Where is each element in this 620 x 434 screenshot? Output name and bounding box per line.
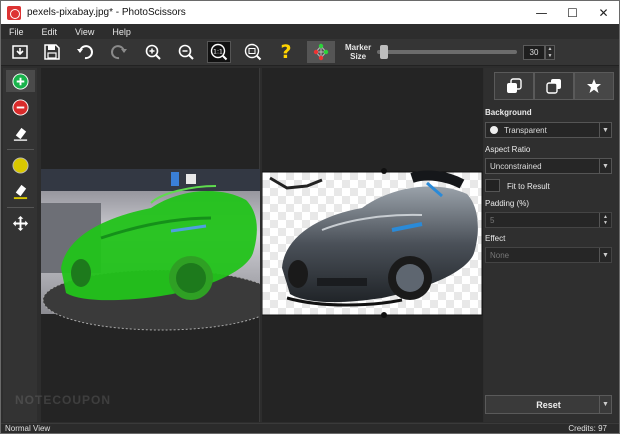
status-bar: Normal View Credits: 97 (1, 423, 619, 433)
watermark: NOTECOUPON (15, 393, 112, 407)
svg-text:1:1: 1:1 (213, 49, 223, 56)
add-marker-icon (12, 72, 29, 90)
tool-palette (3, 68, 37, 422)
padding-label: Padding (%) (485, 199, 530, 208)
effect-select[interactable]: None ▼ (485, 247, 612, 263)
close-button[interactable]: ✕ (588, 1, 619, 24)
aspect-ratio-select[interactable]: Unconstrained ▼ (485, 158, 612, 174)
yellow-eraser-icon (13, 184, 28, 199)
view-mode-status: Normal View (5, 424, 51, 433)
palette-divider (7, 149, 34, 150)
dropdown-arrow-icon: ▼ (599, 123, 611, 137)
background-value: Transparent (504, 125, 547, 135)
actual-size-button[interactable]: 1:1 (207, 41, 231, 63)
foreground-icon (507, 78, 522, 93)
zoom-out-icon (178, 44, 194, 60)
padding-value: 5 (490, 215, 495, 225)
tab-foreground[interactable] (494, 72, 534, 100)
window-title: pexels-pixabay.jpg* - PhotoScissors (27, 7, 186, 18)
aspect-ratio-label: Aspect Ratio (485, 145, 531, 154)
effect-value: None (490, 250, 510, 260)
marker-size-stepper[interactable]: ▲ ▼ (545, 45, 555, 60)
maximize-button[interactable]: ☐ (557, 1, 588, 24)
open-icon (12, 45, 28, 59)
actual-size-icon: 1:1 (210, 43, 228, 61)
tab-background[interactable] (534, 72, 574, 100)
source-canvas[interactable] (41, 68, 260, 422)
open-button[interactable] (8, 41, 32, 63)
credits-status: Credits: 97 (568, 424, 607, 433)
fit-window-icon (244, 43, 262, 61)
settings-panel: Background Transparent ▼ Aspect Ratio Un… (484, 68, 619, 422)
dropdown-arrow-icon: ▼ (599, 159, 611, 173)
highlight-eraser-tool[interactable] (6, 180, 35, 202)
zoom-out-button[interactable] (174, 41, 198, 63)
save-button[interactable] (40, 41, 64, 63)
background-icon (546, 79, 561, 94)
marker-size-label: Marker Size (345, 43, 372, 61)
app-window: pexels-pixabay.jpg* - PhotoScissors — ☐ … (0, 0, 620, 434)
zoom-in-icon (145, 44, 161, 60)
add-marker-tool[interactable] (6, 70, 35, 92)
reset-button[interactable]: Reset ▼ (485, 395, 612, 414)
title-bar: pexels-pixabay.jpg* - PhotoScissors — ☐ … (1, 1, 619, 24)
save-icon (44, 44, 60, 60)
move-icon (12, 215, 29, 231)
eraser-tool[interactable] (6, 122, 35, 144)
effect-label: Effect (485, 234, 506, 243)
palette-divider (7, 207, 34, 208)
background-radio-icon (490, 126, 498, 134)
fit-to-result-checkbox[interactable] (485, 179, 500, 192)
menu-view[interactable]: View (75, 27, 94, 37)
marker-size-slider-thumb[interactable] (380, 45, 388, 59)
source-image (41, 169, 260, 331)
highlight-marker-tool[interactable] (6, 154, 35, 176)
menu-file[interactable]: File (9, 27, 24, 37)
padding-input[interactable]: 5 ▲ ▼ (485, 212, 612, 228)
toolbar: 1:1 ? Marker Size 30 ▲ ▼ (1, 39, 619, 66)
reset-label: Reset (536, 399, 561, 410)
share-icon (313, 43, 329, 61)
padding-stepper-icon: ▲ ▼ (599, 213, 611, 227)
aspect-ratio-value: Unconstrained (490, 161, 542, 171)
marker-size-input[interactable]: 30 (523, 45, 545, 60)
help-button[interactable]: ? (274, 41, 298, 63)
result-canvas[interactable] (262, 68, 483, 422)
background-select[interactable]: Transparent ▼ (485, 122, 612, 138)
tab-effects[interactable] (574, 72, 614, 100)
share-button[interactable] (307, 41, 335, 63)
redo-icon (111, 45, 127, 60)
result-image (262, 168, 483, 318)
dropdown-arrow-icon: ▼ (599, 248, 611, 262)
help-icon: ? (280, 41, 292, 63)
eraser-icon (13, 127, 28, 141)
fit-to-result-label: Fit to Result (507, 182, 550, 191)
panel-tabs (494, 72, 614, 100)
zoom-in-button[interactable] (141, 41, 165, 63)
menu-bar: File Edit View Help (1, 24, 619, 39)
move-tool[interactable] (6, 212, 35, 234)
remove-marker-tool[interactable] (6, 96, 35, 118)
menu-help[interactable]: Help (112, 27, 131, 37)
undo-button[interactable] (73, 41, 97, 63)
redo-button[interactable] (107, 41, 131, 63)
yellow-marker-icon (12, 156, 29, 174)
fit-window-button[interactable] (241, 41, 265, 63)
app-icon (7, 5, 21, 20)
undo-icon (77, 45, 93, 60)
remove-marker-icon (12, 98, 29, 116)
minimize-button[interactable]: — (526, 1, 557, 24)
star-icon (587, 79, 601, 93)
background-label: Background (485, 108, 532, 117)
marker-size-slider[interactable] (377, 50, 517, 54)
menu-edit[interactable]: Edit (42, 27, 58, 37)
dropdown-arrow-icon: ▼ (599, 396, 611, 413)
